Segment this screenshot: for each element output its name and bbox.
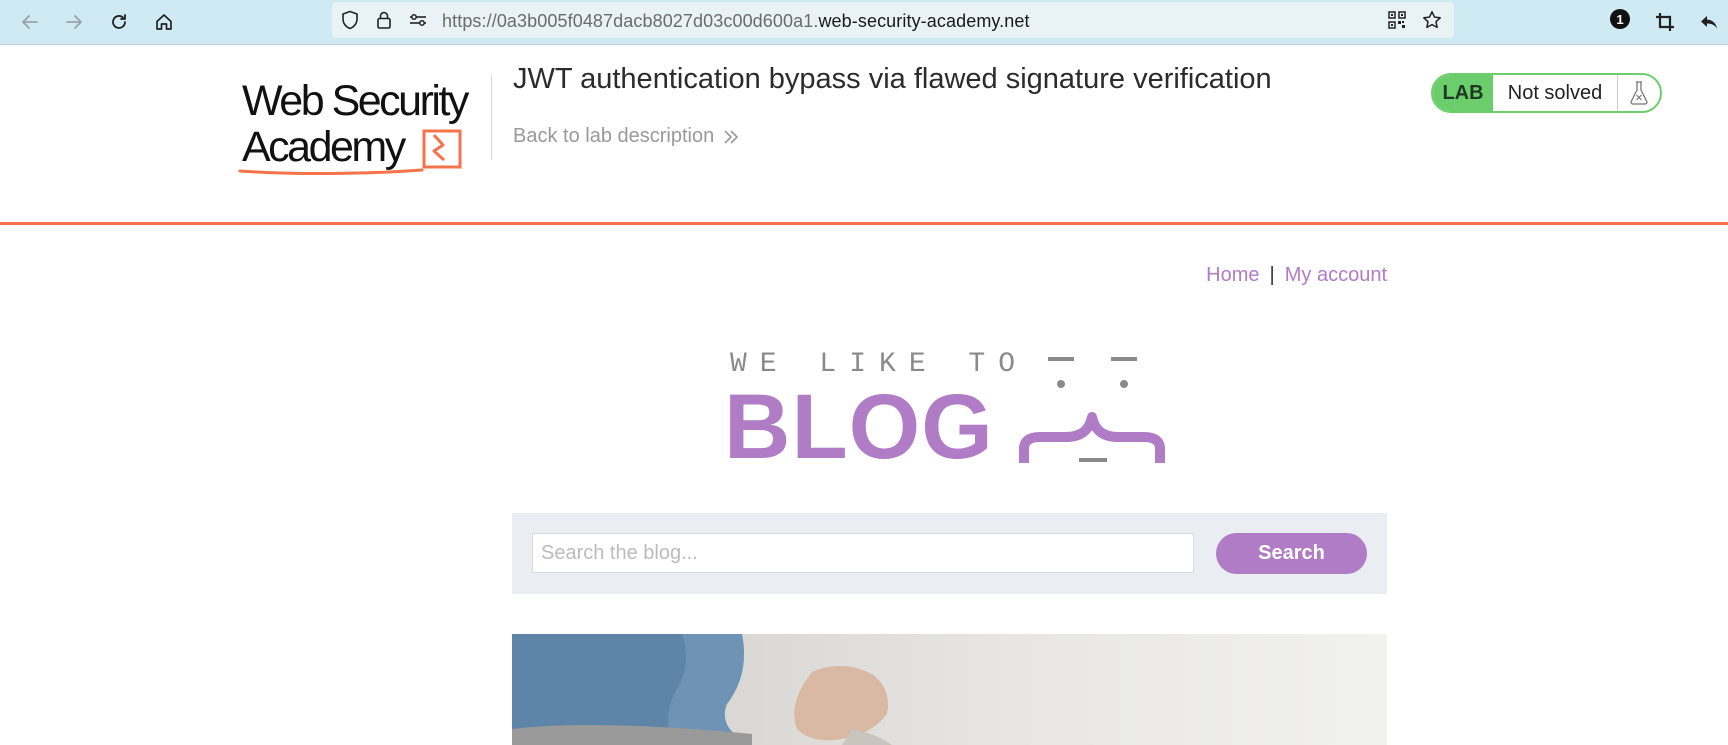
- search-section: Search: [512, 513, 1387, 594]
- blog-post-image[interactable]: [512, 634, 1387, 745]
- lab-title: JWT authentication bypass via flawed sig…: [513, 63, 1272, 95]
- url-prefix: https://0a3b005f0487dacb8027d03c00d600a1…: [442, 11, 819, 31]
- web-security-academy-logo[interactable]: Web Security Academy: [238, 71, 498, 181]
- shield-icon[interactable]: [340, 10, 360, 30]
- crop-icon[interactable]: [1651, 8, 1679, 36]
- blog-logo: WE LIKE TO BLOG: [720, 345, 1180, 478]
- logo-line2: Academy: [242, 123, 407, 171]
- lab-tag: LAB: [1433, 75, 1493, 111]
- back-arrow-icon[interactable]: [16, 8, 44, 36]
- share-back-icon[interactable]: [1695, 8, 1723, 36]
- browser-toolbar: https://0a3b005f0487dacb8027d03c00d600a1…: [0, 0, 1728, 45]
- reload-icon[interactable]: [105, 8, 133, 36]
- extension-badge[interactable]: 1: [1610, 9, 1630, 29]
- home-link[interactable]: Home: [1206, 264, 1259, 286]
- url-text[interactable]: https://0a3b005f0487dacb8027d03c00d600a1…: [442, 11, 1030, 32]
- search-button[interactable]: Search: [1216, 533, 1367, 574]
- nav-separator: |: [1269, 264, 1275, 286]
- top-nav: Home | My account: [1206, 264, 1387, 287]
- lab-status-widget: LAB Not solved: [1431, 73, 1662, 113]
- logo-line1: Web Security: [242, 77, 470, 125]
- blog-word: BLOG: [724, 376, 994, 478]
- qr-code-icon[interactable]: [1387, 10, 1407, 30]
- url-domain: web-security-academy.net: [818, 11, 1030, 31]
- my-account-link[interactable]: My account: [1285, 264, 1387, 286]
- back-to-lab-link[interactable]: Back to lab description: [513, 125, 740, 148]
- flask-icon: [1617, 75, 1660, 111]
- curly-brace-face-icon: [1019, 357, 1165, 463]
- address-bar[interactable]: https://0a3b005f0487dacb8027d03c00d600a1…: [332, 2, 1454, 38]
- logo-divider: [491, 75, 492, 160]
- post-photo: [512, 634, 892, 745]
- forward-arrow-icon[interactable]: [60, 8, 88, 36]
- back-link-label: Back to lab description: [513, 125, 715, 147]
- home-icon[interactable]: [150, 8, 178, 36]
- lab-header: Web Security Academy JWT authentication …: [0, 45, 1728, 225]
- lab-status-text: Not solved: [1507, 81, 1603, 104]
- search-input[interactable]: [532, 533, 1194, 573]
- double-chevron-right-icon: [724, 129, 739, 144]
- bookmark-star-icon[interactable]: [1422, 10, 1442, 30]
- permissions-icon[interactable]: [408, 10, 428, 30]
- lock-icon[interactable]: [374, 10, 394, 30]
